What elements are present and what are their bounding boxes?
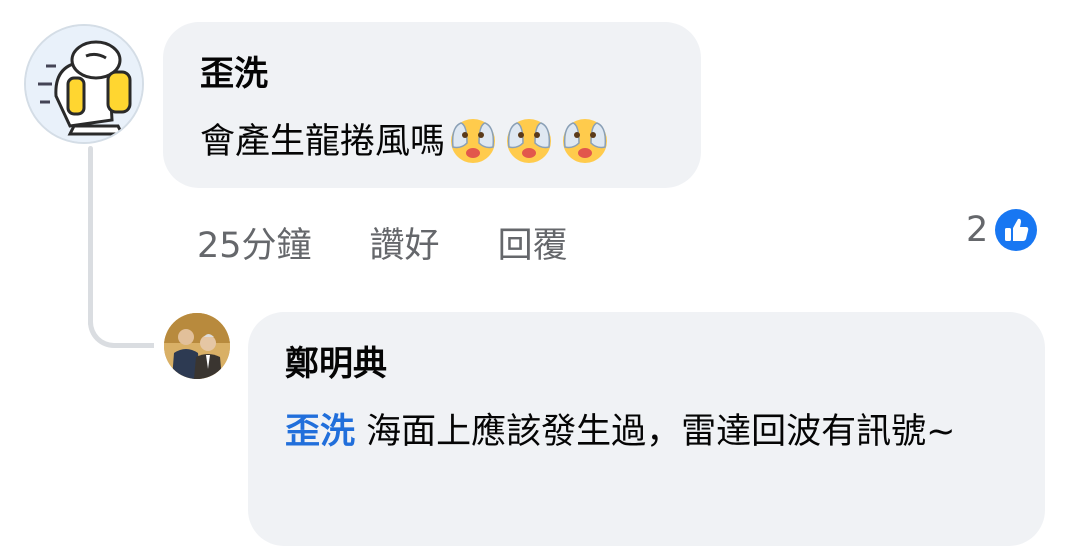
- like-link[interactable]: 讚好: [370, 217, 440, 268]
- avatar[interactable]: [24, 24, 144, 144]
- comment-bubble: 歪洗 會產生龍捲風嗎: [163, 22, 701, 188]
- comment-actions: 25分鐘 讚好 回覆: [197, 216, 626, 268]
- hands-over-eyes-emoji-icon: [563, 119, 608, 163]
- emoji-group: [447, 113, 615, 186]
- comment-author[interactable]: 歪洗: [200, 54, 268, 94]
- reply-bubble: 鄭明典 歪洗 海面上應該發生過，雷達回波有訊號~: [248, 312, 1045, 546]
- reaction-count: 2: [966, 210, 989, 250]
- thumbs-up-icon: [995, 209, 1038, 251]
- thread-line: [88, 146, 93, 326]
- hands-over-eyes-emoji-icon: [451, 119, 496, 163]
- comment-time[interactable]: 25分鐘: [197, 217, 312, 268]
- reaction-summary[interactable]: 2: [966, 204, 1038, 256]
- cartoon-avatar-icon: [26, 26, 142, 142]
- mention-link[interactable]: 歪洗: [285, 412, 355, 452]
- thread-connector: [88, 300, 154, 348]
- reply-link[interactable]: 回覆: [498, 217, 568, 268]
- comment-text: 會產生龍捲風嗎: [200, 110, 615, 186]
- comment-text-content: 會產生龍捲風嗎: [200, 122, 446, 162]
- reply-text: 歪洗 海面上應該發生過，雷達回波有訊號~: [285, 400, 1005, 464]
- reply-avatar[interactable]: [164, 313, 230, 379]
- photo-avatar-icon: [164, 313, 230, 379]
- hands-over-eyes-emoji-icon: [507, 119, 552, 163]
- reply-text-content: 海面上應該發生過，雷達回波有訊號~: [355, 412, 956, 452]
- reply-author[interactable]: 鄭明典: [285, 344, 387, 384]
